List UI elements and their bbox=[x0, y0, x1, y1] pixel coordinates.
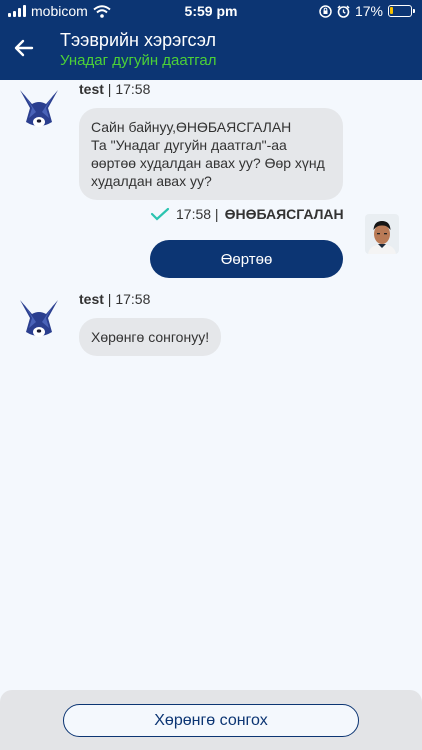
page-title: Тээврийн хэрэгсэл bbox=[60, 30, 217, 50]
app-header: mobicom 5:59 pm 17% Тээврийн хэрэгсэл Ун… bbox=[0, 0, 422, 80]
message-line: Та "Унадаг дугуйн даатгал"-аа bbox=[91, 137, 287, 153]
orientation-lock-icon bbox=[319, 4, 332, 18]
message-meta: 17:58 | ӨНӨБАЯСГАЛАН bbox=[150, 206, 344, 222]
battery-icon bbox=[388, 5, 415, 17]
sender-name: test bbox=[79, 291, 104, 307]
message-time: | 17:58 bbox=[107, 81, 151, 97]
battery-percent: 17% bbox=[354, 3, 383, 19]
message-line: худалдан авах уу? bbox=[91, 173, 212, 189]
choose-asset-button[interactable]: Хөрөнгө сонгох bbox=[63, 704, 359, 737]
message-sender: test | 17:58 bbox=[79, 291, 150, 307]
message-bubble: Хөрөнгө сонгонуу! bbox=[79, 318, 222, 356]
message-bubble: Сайн байнуу,ӨНӨБАЯСГАЛАН Та "Унадаг дугу… bbox=[79, 108, 343, 200]
message-time: 17:58 | bbox=[176, 206, 219, 222]
check-icon bbox=[150, 207, 170, 221]
message-time: | 17:58 bbox=[107, 291, 151, 307]
sender-name: test bbox=[79, 81, 104, 97]
status-bar: mobicom 5:59 pm 17% bbox=[0, 0, 422, 24]
alarm-icon bbox=[337, 4, 350, 18]
user-avatar bbox=[365, 214, 399, 254]
back-arrow-icon[interactable] bbox=[12, 36, 36, 60]
bottom-panel: Хөрөнгө сонгох bbox=[0, 690, 422, 750]
message-sender: test | 17:58 bbox=[79, 81, 150, 97]
message-line: өөртөө худалдан авах уу? Өөр хүнд bbox=[91, 155, 325, 171]
message-line: Хөрөнгө сонгонуу! bbox=[91, 329, 210, 345]
sender-name: ӨНӨБАЯСГАЛАН bbox=[224, 206, 344, 222]
bot-avatar-icon bbox=[20, 300, 58, 337]
message-line: Сайн байнуу,ӨНӨБАЯСГАЛАН bbox=[91, 119, 292, 135]
user-message-bubble: Өөртөө bbox=[150, 240, 343, 278]
page-subtitle: Унадаг дугуйн даатгал bbox=[60, 52, 217, 69]
bot-avatar-icon bbox=[20, 90, 58, 127]
